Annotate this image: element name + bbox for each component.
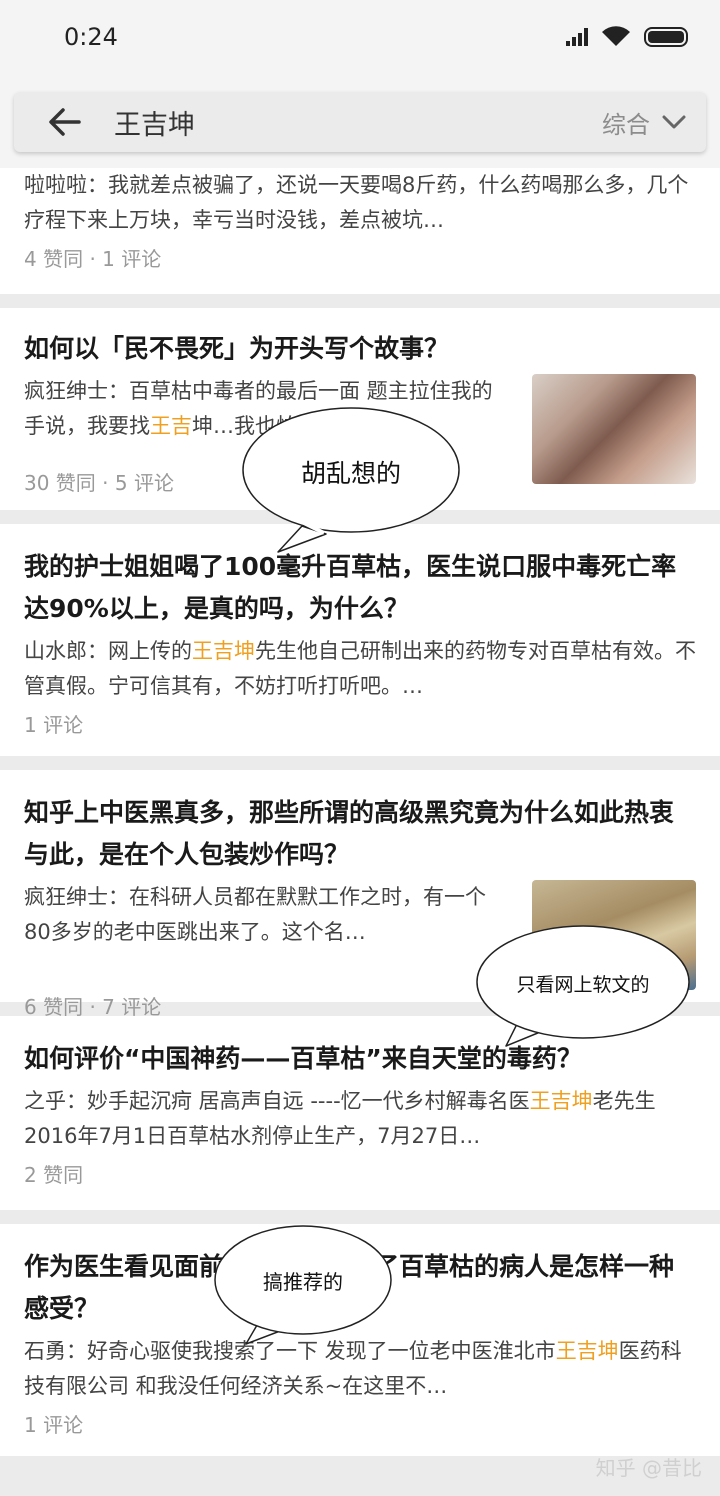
highlight-keyword: 王吉坤	[192, 639, 255, 663]
question-title: 如何以「民不畏死」为开头写个故事？	[24, 334, 450, 363]
search-bar[interactable]: 王吉坤 综合	[14, 92, 706, 152]
answer-excerpt: 啦啦啦：我就差点被骗了，还说一天要喝8斤药，什么药喝那么多，几个疗程下来上万块，…	[24, 173, 689, 232]
filter-label: 综合	[602, 110, 650, 139]
highlight-keyword: 王吉坤	[529, 1089, 593, 1113]
battery-icon	[644, 27, 688, 47]
watermark: 知乎 @昔比	[595, 1456, 702, 1480]
speech-bubble: 胡乱想的	[240, 402, 462, 554]
answer-thumbnail	[532, 374, 696, 484]
answer-excerpt: 之乎：妙手起沉疴 居高声自远 ----忆一代乡村解毒名医王吉坤老先生 2016年…	[24, 1084, 696, 1154]
bubble-text: 胡乱想的	[300, 459, 401, 488]
status-time: 0:24	[64, 23, 118, 51]
wifi-icon	[602, 26, 630, 46]
excerpt-text: 山水郎：网上传的	[24, 639, 192, 663]
bubble-text: 搞推荐的	[263, 1270, 343, 1294]
filter-dropdown[interactable]: 综合	[602, 105, 706, 140]
card-divider	[0, 756, 720, 770]
highlight-keyword: 王吉坤	[555, 1339, 619, 1363]
bubble-text: 只看网上软文的	[516, 974, 650, 996]
back-button[interactable]	[14, 92, 114, 152]
speech-bubble: 只看网上软文的	[474, 918, 692, 1048]
chevron-down-icon	[662, 115, 686, 129]
result-card[interactable]: 啦啦啦：我就差点被骗了，还说一天要喝8斤药，什么药喝那么多，几个疗程下来上万块，…	[0, 168, 720, 294]
excerpt-text: 之乎：妙手起沉疴 居高声自远 ----忆一代乡村解毒名医	[24, 1089, 530, 1113]
answer-excerpt: 疯狂绅士：在科研人员都在默默工作之时，有一个80多岁的老中医跳出来了。这个名…	[24, 885, 486, 944]
answer-meta: 4 赞同 · 1 评论	[24, 247, 162, 271]
signal-icon	[566, 28, 588, 46]
search-input[interactable]: 王吉坤	[114, 103, 602, 142]
status-bar: 0:24	[0, 0, 720, 74]
question-title: 我的护士姐姐喝了100毫升百草枯，医生说口服中毒死亡率达90%以上，是真的吗，为…	[24, 552, 677, 623]
result-card[interactable]: 我的护士姐姐喝了100毫升百草枯，医生说口服中毒死亡率达90%以上，是真的吗，为…	[0, 524, 720, 756]
search-header: 王吉坤 综合	[0, 74, 720, 170]
card-divider	[0, 294, 720, 308]
answer-excerpt: 山水郎：网上传的王吉坤先生他自己研制出来的药物专对百草枯有效。不管真假。宁可信其…	[24, 634, 696, 704]
answer-meta: 1 评论	[24, 1413, 84, 1437]
speech-bubble: 搞推荐的	[212, 1222, 394, 1346]
answer-meta: 2 赞同	[24, 1163, 84, 1187]
answer-meta: 1 评论	[24, 713, 84, 737]
status-icons	[566, 26, 688, 48]
back-arrow-icon	[49, 108, 81, 136]
highlight-keyword: 王吉	[150, 414, 192, 438]
question-title: 知乎上中医黑真多，那些所谓的高级黑究竟为什么如此热衷与此，是在个人包装炒作吗？	[24, 798, 675, 869]
